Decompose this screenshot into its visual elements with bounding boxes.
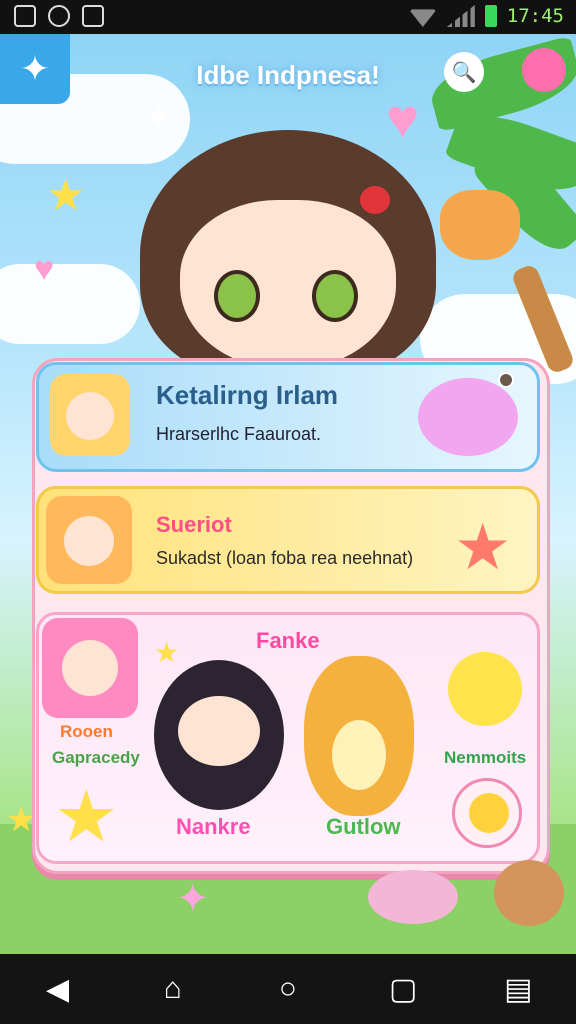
bear-icon (494, 860, 564, 926)
fox-belly (332, 720, 386, 790)
home-outline-icon[interactable]: ⌂ (157, 972, 189, 1005)
yellow-chick-button[interactable] (452, 778, 522, 848)
image-icon (14, 5, 36, 27)
card2-avatar (46, 496, 132, 584)
back-icon[interactable]: ◀ (42, 973, 74, 1006)
character-eye-right (312, 270, 358, 322)
yellow-flower-mascot (448, 652, 522, 726)
hairclip-icon (360, 186, 390, 214)
character-name-right: Gutlow (326, 814, 401, 839)
character-eye-left (214, 270, 260, 322)
sparkle-icon: ✦ (144, 99, 173, 137)
star-icon: ★ (154, 637, 180, 668)
signal-icon (446, 5, 475, 27)
status-right-icons: 17:45 (408, 5, 564, 27)
navigation-bar: ◀ ⌂ ○ ▢ ▤ (0, 954, 576, 1024)
search-icon: 🔍 (451, 61, 477, 84)
search-button[interactable]: 🔍 (444, 52, 484, 92)
dark-hair-character (154, 660, 284, 810)
card3-right-label: Nemmoits (444, 748, 527, 767)
battery-icon (484, 5, 497, 27)
card2-title: Sueriot (156, 512, 232, 537)
cloud (0, 264, 140, 344)
sparkle-icon: ✦ (176, 877, 210, 921)
star-icon: ★ (46, 171, 86, 220)
character-face (178, 696, 260, 766)
card3-avatar (42, 618, 138, 718)
pink-fish-icon (368, 870, 458, 924)
card1-title: Ketalirng Irlam (156, 380, 339, 410)
gallery-icon (82, 5, 104, 27)
avatar-face (64, 516, 114, 566)
heart-icon: ♥ (386, 87, 420, 150)
card3-header: Fanke (256, 628, 320, 653)
status-left-icons (14, 5, 104, 27)
avatar-face (66, 392, 114, 440)
card2-subtitle: Sukadst (loan foba rea neehnat) (156, 548, 414, 568)
wifi-icon (408, 9, 437, 27)
world-icon (48, 5, 70, 27)
circle-home-icon[interactable]: ○ (272, 972, 304, 1005)
card3-left-title: Rooen (60, 722, 113, 741)
orange-fox-character (304, 656, 414, 816)
card1-subtitle: Hrarserlhc Faauroat. (156, 424, 322, 444)
menu-icon[interactable]: ▤ (502, 973, 534, 1006)
heart-star-icon: ★ (454, 511, 512, 583)
card3-left-subtitle: Gapracedy (52, 748, 140, 767)
chick-icon (469, 793, 509, 833)
card1-avatar (50, 374, 130, 456)
character-name-left: Nankre (176, 814, 251, 839)
character-face (180, 200, 396, 370)
avatar-face (62, 640, 118, 696)
heart-icon: ♥ (34, 250, 55, 288)
pink-mascot-avatar[interactable] (522, 48, 566, 92)
card1-indicator (498, 372, 514, 388)
status-bar: 17:45 (0, 0, 576, 34)
app-title: Idbe Indpnesa! (196, 60, 380, 90)
cat-mascot (440, 190, 520, 260)
clock: 17:45 (506, 5, 564, 27)
pink-whale-icon (418, 378, 518, 456)
star-icon: ★ (54, 777, 119, 857)
recent-apps-icon[interactable]: ▢ (387, 973, 419, 1006)
